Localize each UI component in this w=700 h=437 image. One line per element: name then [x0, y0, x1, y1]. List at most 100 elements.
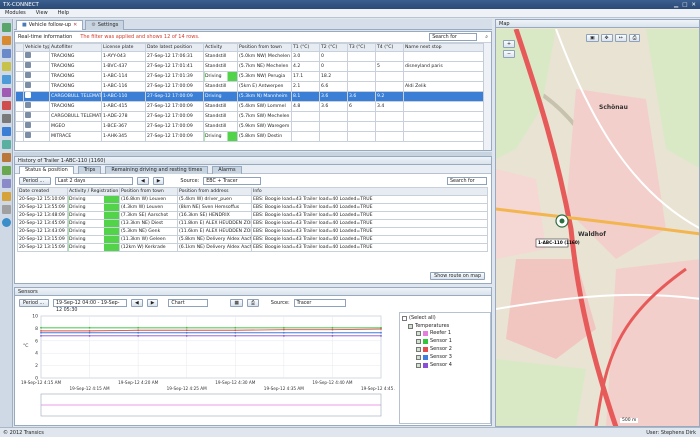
realtime-search-input[interactable]: Search for — [429, 33, 478, 41]
maximize-icon[interactable]: □ — [682, 2, 687, 8]
map-panel[interactable]: Map Schönau Waldhof 1-ABC-110 (1160) + −… — [495, 19, 700, 427]
realtime-col-header[interactable]: T1 (°C) — [291, 43, 320, 52]
checkbox-icon[interactable] — [416, 362, 421, 368]
module-icon-fuel[interactable] — [2, 140, 11, 149]
vehicle-marker-label[interactable]: 1-ABC-110 (1160) — [538, 240, 580, 245]
tab-alarms[interactable]: Alarms — [212, 165, 242, 174]
map-measure-icon[interactable]: ↔ — [614, 34, 627, 42]
view-select[interactable]: Chart — [168, 298, 209, 307]
menu-modules[interactable]: Modules — [0, 9, 31, 18]
module-icon-map[interactable] — [2, 75, 11, 84]
map-print-icon[interactable]: ⎙ — [628, 34, 641, 42]
checkbox-icon[interactable] — [416, 354, 421, 360]
menu-help[interactable]: Help — [53, 9, 74, 18]
menu-view[interactable]: View — [31, 9, 53, 18]
history-row[interactable]: 20-Sep-12 13:55:09 Driving (4.3km W) Leuve… — [17, 203, 488, 212]
tab-remaining-times[interactable]: Remaining driving and resting times — [105, 165, 209, 174]
realtime-row[interactable]: TRACKING 1-ABC-415 27-Sep-12 17:00:09 Stand… — [15, 101, 484, 112]
period-button[interactable]: Period ... — [19, 176, 51, 185]
show-route-button[interactable]: Show route on map — [430, 272, 485, 280]
module-icon-alarms[interactable] — [2, 101, 11, 110]
tree-item[interactable]: Sensor 3 — [400, 353, 490, 361]
tab-settings[interactable]: ⚙ Settings — [85, 19, 125, 30]
realtime-col-header[interactable]: License plate — [101, 43, 146, 52]
module-icon-reports[interactable] — [2, 62, 11, 71]
realtime-col-header[interactable]: Activity — [203, 43, 238, 52]
history-col-header[interactable]: Date created — [17, 187, 68, 196]
print-icon[interactable]: ⎙ — [246, 298, 259, 307]
prev-icon[interactable]: ◀ — [137, 176, 149, 185]
close-icon[interactable]: ✕ — [691, 2, 696, 8]
sensor-period-input[interactable]: 19-Sep-12 04:00 - 19-Sep-12 05:30 — [53, 298, 127, 313]
checkbox-icon[interactable] — [408, 323, 413, 329]
tree-item[interactable]: Sensor 2 — [400, 345, 490, 353]
checkbox-icon[interactable] — [402, 315, 407, 321]
zoom-in-icon[interactable]: + — [503, 40, 516, 48]
tab-vehicle-follow-up[interactable]: ■ Vehicle follow-up ✕ — [16, 19, 84, 30]
realtime-col-header[interactable]: Date latest position — [145, 43, 204, 52]
module-icon-driver[interactable] — [2, 88, 11, 97]
realtime-row[interactable]: CARGOBULL TELEMATICS1-ABC-11027-Sep-12 1… — [15, 91, 484, 102]
realtime-row[interactable]: MITRACE 1-AHK-345 27-Sep-12 17:00:09 Drivin… — [15, 131, 484, 142]
checkbox-icon[interactable] — [416, 330, 421, 336]
history-col-header[interactable]: Position from address — [177, 187, 252, 196]
module-icon-tachograph[interactable] — [2, 153, 11, 162]
tab-trips[interactable]: Trips — [77, 165, 102, 174]
export-icon[interactable]: ▦ — [230, 298, 243, 307]
realtime-col-header[interactable]: T4 (°C) — [375, 43, 404, 52]
realtime-row[interactable]: TRACKING 1-ABC-116 27-Sep-12 17:00:09 Stand… — [15, 81, 484, 92]
checkbox-icon[interactable] — [416, 346, 421, 352]
sensor-source-select[interactable]: Tracer — [293, 298, 346, 307]
history-search-input[interactable]: Search for — [447, 176, 487, 185]
module-icon-messages[interactable] — [2, 49, 11, 58]
tab-status-position[interactable]: Status & position — [19, 165, 74, 174]
map-pan-icon[interactable]: ✥ — [600, 34, 613, 42]
realtime-row[interactable]: TRACKING 1-BVC-437 27-Sep-12 17:01:41 Stand… — [15, 61, 484, 72]
history-row[interactable]: 20-Sep-12 13:15:09 Driving (12km W) Kerkra… — [17, 243, 488, 252]
realtime-col-header[interactable]: T2 (°C) — [319, 43, 348, 52]
module-icon-reports-2[interactable] — [2, 192, 11, 201]
tree-item[interactable]: Sensor 4 — [400, 361, 490, 369]
realtime-col-header[interactable]: Position from town — [237, 43, 292, 52]
tree-item[interactable]: Sensor 1 — [400, 337, 490, 345]
history-col-header[interactable]: Position from town — [119, 187, 178, 196]
history-row[interactable]: 20-Sep-12 13:43:09 Driving (5.3km NE) Genk… — [17, 227, 488, 236]
sensor-period-button[interactable]: Period ... — [19, 298, 49, 307]
next-icon[interactable]: ▶ — [152, 176, 165, 185]
tree-root[interactable]: (Select all) — [400, 313, 490, 323]
minimize-icon[interactable]: ▁ — [674, 2, 678, 8]
realtime-col-header[interactable]: T3 (°C) — [347, 43, 376, 52]
module-icon-planning[interactable] — [2, 36, 11, 45]
module-icon-documents[interactable] — [2, 114, 11, 123]
realtime-row[interactable]: TRACKING 1-ABC-114 27-Sep-12 17:01:39 Drivi… — [15, 71, 484, 82]
close-tab-icon[interactable]: ✕ — [73, 20, 77, 30]
history-row[interactable]: 20-Sep-12 13:15:09 Driving (11.3km W) Gele… — [17, 235, 488, 244]
module-icon-eco[interactable] — [2, 166, 11, 175]
map-canvas[interactable] — [496, 29, 700, 427]
realtime-row[interactable]: MGEO 1-BCE-367 27-Sep-12 17:00:09 Standstil… — [15, 121, 484, 132]
realtime-row[interactable]: TRACKING 1-AYY-043 27-Sep-12 17:06:31 Stand… — [15, 51, 484, 62]
source-select[interactable]: EBC + Tracer — [203, 176, 262, 185]
history-row[interactable]: 20-Sep-12 13:45:09 Driving (13.3km NE) Die… — [17, 219, 488, 228]
tree-item[interactable]: Reefer 1 — [400, 329, 490, 337]
search-icon[interactable]: ⌕ — [485, 34, 488, 40]
prev-icon[interactable]: ◀ — [131, 298, 143, 307]
checkbox-icon[interactable] — [416, 338, 421, 344]
history-row[interactable]: 20-Sep-12 13:48:09 Driving (7.3km SE) Aars… — [17, 211, 488, 220]
realtime-scrollbar[interactable] — [483, 43, 491, 150]
map-layer-icon[interactable]: ▣ — [586, 34, 599, 42]
realtime-row[interactable]: CARGOBULL TELEMATICS1-ADE-27827-Sep-12 1… — [15, 111, 484, 122]
next-icon[interactable]: ▶ — [146, 298, 159, 307]
module-icon-trailer[interactable] — [2, 127, 11, 136]
history-row[interactable]: 20-Sep-12 15:10:09 Driving (16.8km W) Leuv… — [17, 195, 488, 204]
realtime-col-header[interactable]: Vehicle type — [23, 43, 50, 52]
module-icon-settings[interactable] — [2, 179, 11, 188]
realtime-col-header[interactable] — [15, 43, 24, 52]
history-col-header[interactable]: Info — [251, 187, 488, 196]
vehicle-marker-icon[interactable] — [556, 216, 568, 228]
realtime-col-header[interactable]: Name next stop — [403, 43, 484, 52]
realtime-col-header[interactable]: Autofilter — [49, 43, 102, 52]
period-input[interactable]: Last 2 days — [55, 176, 133, 185]
module-icon-truck[interactable] — [2, 23, 11, 32]
history-col-header[interactable]: Activity / Registration — [67, 187, 120, 196]
